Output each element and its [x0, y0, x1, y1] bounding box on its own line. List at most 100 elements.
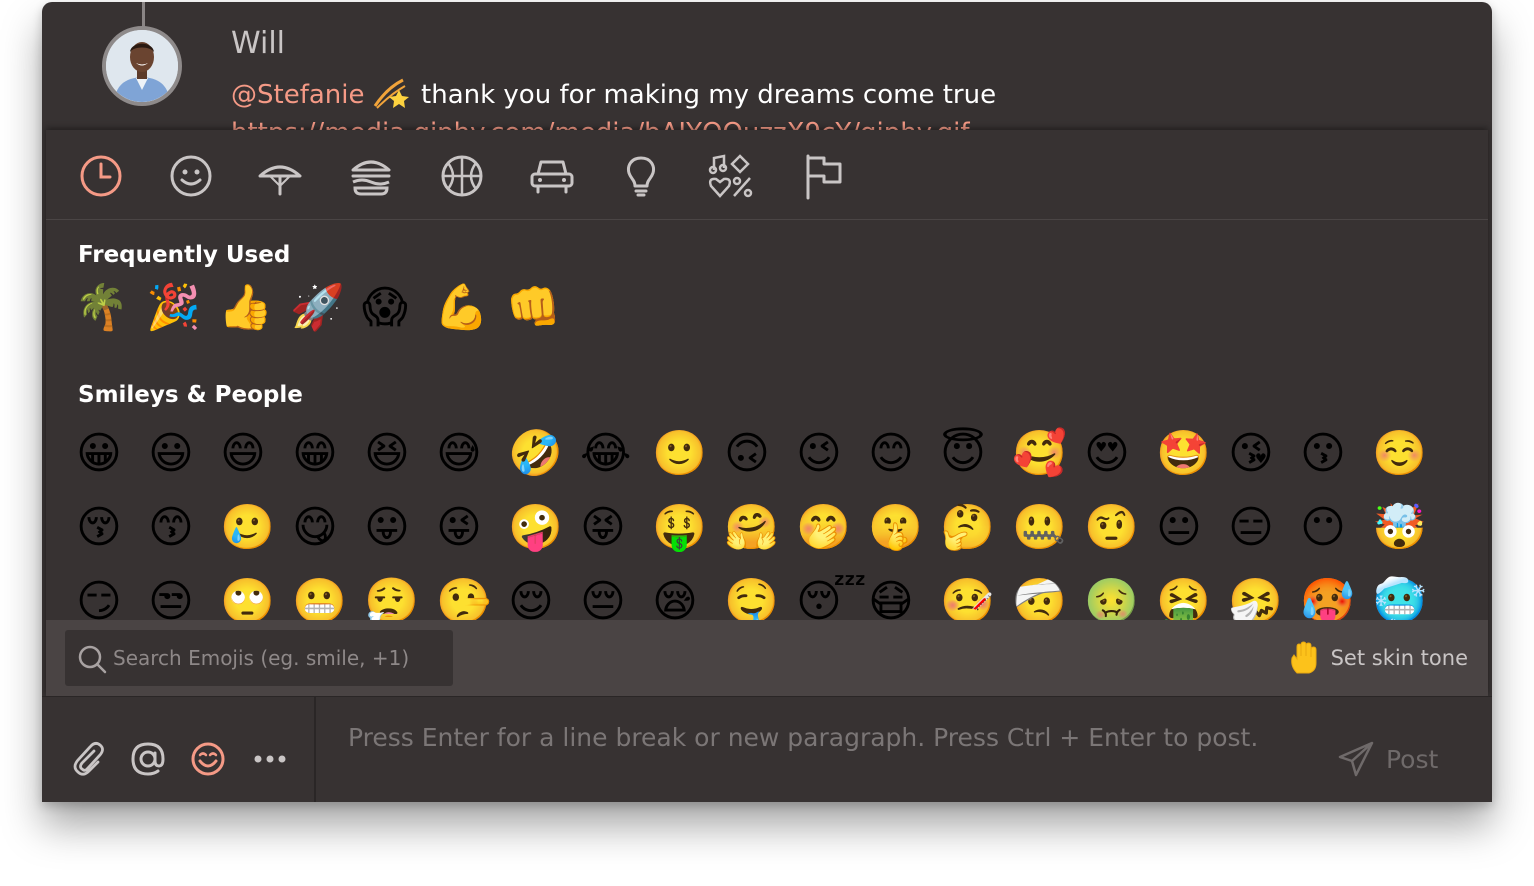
emoji-frequent-1[interactable]: 🎉 [146, 278, 206, 338]
emoji-smileys-24[interactable]: 😜 [436, 498, 496, 558]
emoji-smileys-22[interactable]: 😋 [292, 498, 352, 558]
emoji-frequent-2[interactable]: 👍 [218, 278, 278, 338]
emoji-smileys-4[interactable]: 😆 [364, 424, 424, 484]
emoji-smileys-1[interactable]: 😃 [148, 424, 208, 484]
emoji-smileys-49[interactable]: 😷 [868, 572, 928, 620]
message-composer-input[interactable]: Press Enter for a line break or new para… [348, 723, 1308, 763]
emoji-smileys-44[interactable]: 😌 [508, 572, 568, 620]
emoji-smileys-5[interactable]: 😅 [436, 424, 496, 484]
emoji-smileys-37[interactable]: 🤯 [1372, 498, 1432, 558]
search-icon [78, 645, 107, 674]
emoji-smileys-15[interactable]: 🤩 [1156, 424, 1216, 484]
emoji-smileys-27[interactable]: 🤑 [652, 498, 712, 558]
emoji-smileys-53[interactable]: 🤮 [1156, 572, 1216, 620]
emoji-smileys-8[interactable]: 🙂 [652, 424, 712, 484]
emoji-smileys-3[interactable]: 😁 [292, 424, 352, 484]
post-label: Post [1386, 744, 1439, 774]
emoji-smileys-51[interactable]: 🤕 [1012, 572, 1072, 620]
emoji-smileys-28[interactable]: 🤗 [724, 498, 784, 558]
emoji-search-input[interactable] [113, 638, 443, 678]
emoji-smileys-32[interactable]: 🤐 [1012, 498, 1072, 558]
emoji-smileys-25[interactable]: 🤪 [508, 498, 568, 558]
emoji-smileys-16[interactable]: 😘 [1228, 424, 1288, 484]
emoji-frequent-6[interactable]: 👊 [506, 278, 566, 338]
emoji-smileys-52[interactable]: 🤢 [1084, 572, 1144, 620]
send-icon [1338, 741, 1374, 777]
avatar-image [106, 30, 178, 102]
emoji-smileys-10[interactable]: 😉 [796, 424, 856, 484]
emoji-smileys-18[interactable]: ☺️ [1372, 424, 1432, 484]
emoji-smileys-20[interactable]: 😙 [148, 498, 208, 558]
composer-tools [42, 697, 316, 802]
dizzy-star-icon [373, 78, 409, 109]
emoji-frequent-3[interactable]: 🚀 [290, 278, 350, 338]
emoji-smileys-33[interactable]: 🤨 [1084, 498, 1144, 558]
emoji-smileys-2[interactable]: 😄 [220, 424, 280, 484]
composer: Press Enter for a line break or new para… [42, 696, 1492, 802]
emoji-smileys-48[interactable]: 😴 [796, 572, 867, 620]
emoji-smileys-29[interactable]: 🤭 [796, 498, 856, 558]
emoji-frequent-4[interactable]: 😱 [362, 278, 422, 338]
attach-icon[interactable] [70, 741, 106, 777]
emoji-frequent-5[interactable]: 💪 [434, 278, 494, 338]
message-text: @Stefanie thank you for making my dreams… [231, 76, 996, 110]
burger-food-icon[interactable] [347, 152, 395, 200]
emoji-smileys-36[interactable]: 😶 [1300, 498, 1360, 558]
emoji-smileys-17[interactable]: 😗 [1300, 424, 1360, 484]
avatar[interactable] [102, 26, 182, 106]
emoji-smileys-0[interactable]: 😀 [76, 424, 136, 484]
emoji-smileys-21[interactable]: 🥲 [220, 498, 280, 558]
emoji-smileys-6[interactable]: 🤣 [508, 424, 568, 484]
emoji-smileys-9[interactable]: 🙃 [724, 424, 784, 484]
emoji-smileys-45[interactable]: 😔 [580, 572, 640, 620]
car-travel-icon[interactable] [528, 152, 576, 200]
flag-icon[interactable] [798, 152, 846, 200]
emoji-smileys-31[interactable]: 🤔 [940, 498, 1000, 558]
emoji-smileys-12[interactable]: 😇 [940, 424, 1000, 484]
umbrella-nature-icon[interactable] [256, 152, 304, 200]
more-icon[interactable] [252, 741, 288, 777]
emoji-smileys-50[interactable]: 🤒 [940, 572, 1000, 620]
emoji-smileys-55[interactable]: 🥵 [1300, 572, 1360, 620]
set-skin-tone-button[interactable]: Set skin tone [1289, 640, 1468, 676]
category-bar [46, 130, 1488, 220]
emoji-smileys-13[interactable]: 🥰 [1012, 424, 1072, 484]
symbols-icon[interactable] [708, 152, 756, 200]
emoji-smileys-11[interactable]: 😊 [868, 424, 928, 484]
emoji-picker: Frequently Used Smileys & People 🌴 🎉 👍 🚀 😱 💪 👊… [46, 130, 1488, 696]
emoji-smileys-19[interactable]: 😚 [76, 498, 136, 558]
emoji-frequent-0[interactable]: 🌴 [74, 278, 134, 338]
mention-icon[interactable] [130, 741, 166, 777]
emoji-smileys-26[interactable]: 😝 [580, 498, 640, 558]
emoji-smileys-43[interactable]: 🤥 [436, 572, 496, 620]
emoji-smileys-47[interactable]: 🤤 [724, 572, 784, 620]
emoji-smileys-7[interactable]: 😂 [580, 424, 640, 484]
emoji-smileys-39[interactable]: 😒 [148, 572, 208, 620]
emoji-smileys-30[interactable]: 🤫 [868, 498, 928, 558]
emoji-smileys-54[interactable]: 🤧 [1228, 572, 1288, 620]
emoji-smileys-41[interactable]: 😬 [292, 572, 352, 620]
message-author[interactable]: Will [231, 26, 285, 61]
emoji-smileys-38[interactable]: 😏 [76, 572, 136, 620]
emoji-smileys-34[interactable]: 😐 [1156, 498, 1216, 558]
smiley-face-icon[interactable] [167, 152, 215, 200]
emoji-search-box[interactable] [65, 630, 453, 686]
picker-footer: Set skin tone [46, 620, 1488, 696]
section-title-smileys: Smileys & People [78, 382, 303, 408]
post-button[interactable]: Post [1338, 741, 1438, 777]
mention-link[interactable]: @Stefanie [231, 80, 364, 110]
set-skin-tone-label: Set skin tone [1330, 646, 1468, 670]
basketball-activity-icon[interactable] [438, 152, 486, 200]
emoji-scroll-area[interactable]: Frequently Used Smileys & People 🌴 🎉 👍 🚀 😱 💪 👊… [46, 220, 1488, 620]
emoji-smileys-56[interactable]: 🥶 [1372, 572, 1432, 620]
lightbulb-objects-icon[interactable] [617, 152, 665, 200]
recent-clock-icon[interactable] [77, 152, 125, 200]
section-title-frequent: Frequently Used [78, 242, 291, 268]
emoji-smileys-14[interactable]: 😍 [1084, 424, 1144, 484]
emoji-smileys-46[interactable]: 😪 [652, 572, 712, 620]
emoji-smileys-35[interactable]: 😑 [1228, 498, 1288, 558]
emoji-smileys-42[interactable]: 😮‍💨 [364, 572, 424, 620]
emoji-icon[interactable] [190, 741, 226, 777]
emoji-smileys-23[interactable]: 😛 [364, 498, 424, 558]
emoji-smileys-40[interactable]: 🙄 [220, 572, 280, 620]
